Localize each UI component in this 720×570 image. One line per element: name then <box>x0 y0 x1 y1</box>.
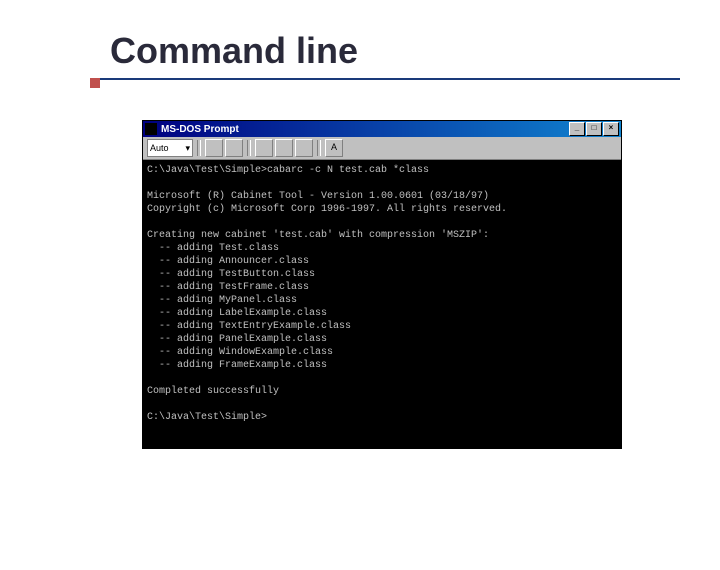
app-icon <box>145 123 157 135</box>
console-line: -- adding PanelExample.class <box>147 334 327 345</box>
console-line: Copyright (c) Microsoft Corp 1996-1997. … <box>147 204 507 215</box>
toolbar-button-5[interactable] <box>295 139 313 157</box>
window-controls: _ □ × <box>569 122 619 136</box>
font-size-value: Auto <box>150 143 169 153</box>
toolbar-button-3[interactable] <box>255 139 273 157</box>
console-output[interactable]: C:\Java\Test\Simple>cabarc -c N test.cab… <box>143 160 621 448</box>
slide-container: Command line MS-DOS Prompt _ □ × Auto ▾ <box>0 0 720 570</box>
console-line: -- adding MyPanel.class <box>147 295 297 306</box>
console-line: -- adding Announcer.class <box>147 256 309 267</box>
console-line: Completed successfully <box>147 386 279 397</box>
toolbar: Auto ▾ A <box>143 137 621 160</box>
dos-window: MS-DOS Prompt _ □ × Auto ▾ A C:\Java\Tes… <box>142 120 622 449</box>
titlebar: MS-DOS Prompt _ □ × <box>143 121 621 137</box>
window-title: MS-DOS Prompt <box>161 124 569 135</box>
toolbar-button-1[interactable] <box>205 139 223 157</box>
minimize-button[interactable]: _ <box>569 122 585 136</box>
console-line: -- adding TextEntryExample.class <box>147 321 351 332</box>
close-button[interactable]: × <box>603 122 619 136</box>
toolbar-separator-icon <box>247 140 251 156</box>
title-bullet-icon <box>90 78 100 88</box>
dropdown-icon: ▾ <box>185 143 190 154</box>
slide-title: Command line <box>100 30 680 72</box>
font-size-select[interactable]: Auto ▾ <box>147 139 193 157</box>
console-line: -- adding WindowExample.class <box>147 347 333 358</box>
console-line: -- adding Test.class <box>147 243 279 254</box>
console-line: Creating new cabinet 'test.cab' with com… <box>147 230 489 241</box>
console-prompt: C:\Java\Test\Simple> <box>147 412 267 423</box>
maximize-button[interactable]: □ <box>586 122 602 136</box>
console-line: -- adding FrameExample.class <box>147 360 327 371</box>
console-line: Microsoft (R) Cabinet Tool - Version 1.0… <box>147 191 489 202</box>
console-line: -- adding TestButton.class <box>147 269 315 280</box>
toolbar-button-4[interactable] <box>275 139 293 157</box>
toolbar-separator-icon <box>197 140 201 156</box>
toolbar-button-6[interactable]: A <box>325 139 343 157</box>
title-underline: Command line <box>100 30 680 80</box>
console-line: -- adding TestFrame.class <box>147 282 309 293</box>
console-line: C:\Java\Test\Simple>cabarc -c N test.cab… <box>147 165 429 176</box>
console-line: -- adding LabelExample.class <box>147 308 327 319</box>
toolbar-button-2[interactable] <box>225 139 243 157</box>
toolbar-separator-icon <box>317 140 321 156</box>
